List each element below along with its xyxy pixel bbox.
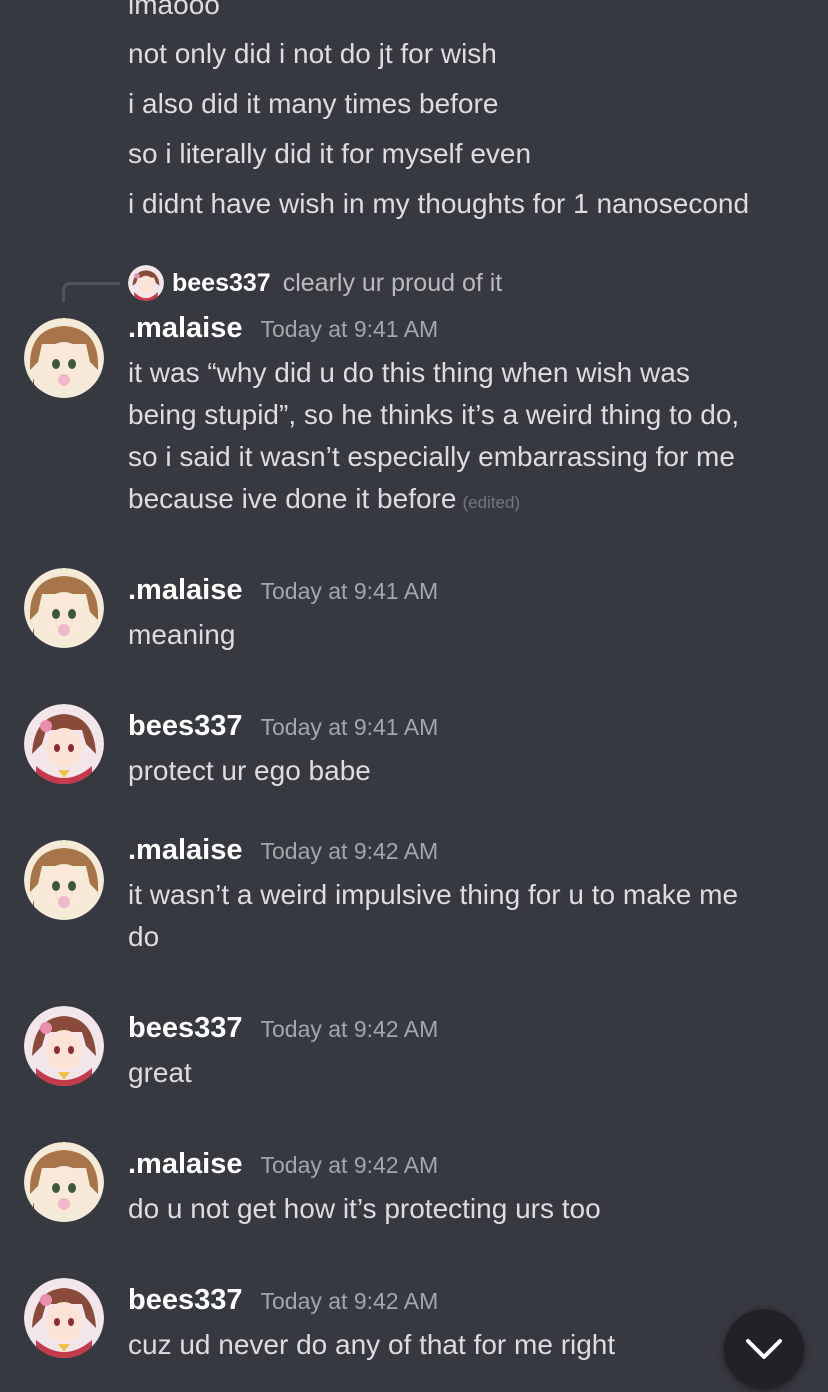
avatar[interactable] [24, 1142, 104, 1222]
message-header: bees337 Today at 9:41 AM [128, 710, 438, 743]
message-text: it was “why did u do this thing when wis… [128, 357, 690, 388]
message-text: because ive done it before (edited) [128, 478, 520, 524]
message-text: so i said it wasn’t especially embarrass… [128, 441, 735, 472]
edited-label: (edited) [462, 493, 521, 512]
username[interactable]: .malaise [128, 574, 242, 607]
username[interactable]: .malaise [128, 312, 242, 345]
reply-text: clearly ur proud of it [282, 268, 503, 297]
avatar[interactable] [24, 1278, 104, 1358]
avatar[interactable] [24, 568, 104, 648]
message-text-line: because ive done it before [128, 483, 457, 514]
message-text: being stupid”, so he thinks it’s a weird… [128, 399, 740, 430]
username[interactable]: bees337 [128, 1284, 243, 1317]
message-text: lmaooo [128, 0, 220, 20]
message-header: .malaise Today at 9:42 AM [128, 1148, 438, 1181]
timestamp: Today at 9:42 AM [260, 838, 439, 864]
username[interactable]: bees337 [128, 710, 243, 743]
message-text: do [128, 921, 160, 952]
jump-to-present-button[interactable] [724, 1309, 804, 1389]
message-header: .malaise Today at 9:41 AM [128, 312, 438, 345]
reply-connector [62, 282, 120, 302]
timestamp: Today at 9:41 AM [260, 578, 439, 604]
timestamp: Today at 9:42 AM [260, 1288, 439, 1314]
timestamp: Today at 9:41 AM [260, 714, 439, 740]
message-text: meaning [128, 619, 236, 650]
chevron-down-icon [746, 1339, 782, 1359]
avatar[interactable] [24, 704, 104, 784]
timestamp: Today at 9:42 AM [260, 1152, 439, 1178]
timestamp: Today at 9:41 AM [260, 316, 439, 342]
message-header: .malaise Today at 9:41 AM [128, 574, 438, 607]
username[interactable]: .malaise [128, 834, 242, 867]
avatar[interactable] [24, 1006, 104, 1086]
timestamp: Today at 9:42 AM [260, 1016, 439, 1042]
message-text: not only did i not do jt for wish [128, 38, 497, 69]
message-text: i didnt have wish in my thoughts for 1 n… [128, 188, 750, 219]
chat-messages: lmaooo not only did i not do jt for wish… [0, 0, 828, 1392]
message-text: do u not get how it’s protecting urs too [128, 1193, 601, 1224]
message-text: it wasn’t a weird impulsive thing for u … [128, 879, 739, 910]
message-text: so i literally did it for myself even [128, 138, 532, 169]
reply-preview[interactable]: bees337 clearly ur proud of it [128, 264, 502, 302]
message-header: bees337 Today at 9:42 AM [128, 1284, 438, 1317]
reply-avatar [128, 265, 164, 301]
username[interactable]: .malaise [128, 1148, 242, 1181]
message-text: great [128, 1057, 192, 1088]
avatar[interactable] [24, 840, 104, 920]
username[interactable]: bees337 [128, 1012, 243, 1045]
message-header: bees337 Today at 9:42 AM [128, 1012, 438, 1045]
message-text: protect ur ego babe [128, 755, 371, 786]
message-text: i also did it many times before [128, 88, 499, 119]
message-text: cuz ud never do any of that for me right [128, 1329, 616, 1360]
reply-username[interactable]: bees337 [172, 269, 271, 298]
message-header: .malaise Today at 9:42 AM [128, 834, 438, 867]
avatar[interactable] [24, 318, 104, 398]
